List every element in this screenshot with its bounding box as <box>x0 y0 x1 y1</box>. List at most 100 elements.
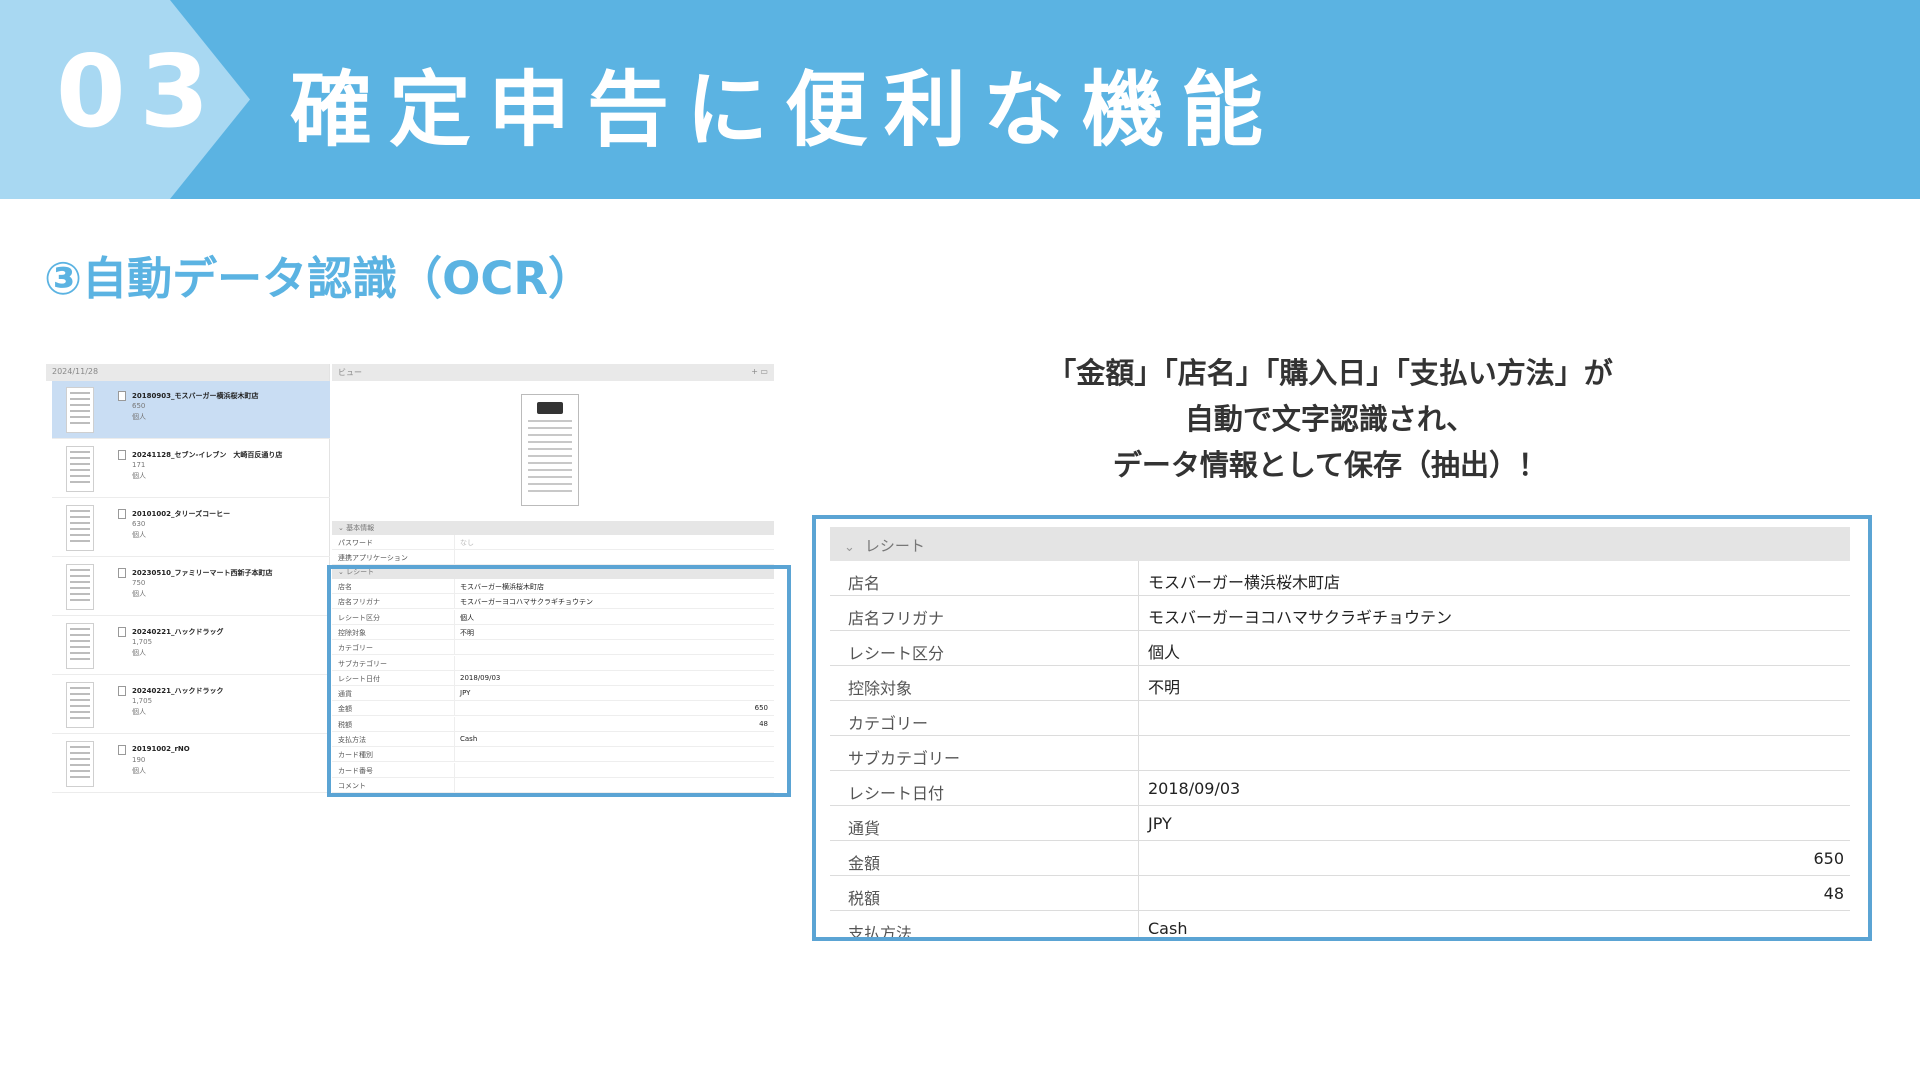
store-logo-icon <box>537 402 563 414</box>
field-label: レシート区分 <box>338 613 380 622</box>
caption-line: 自動で文字認識され、 <box>1184 402 1476 436</box>
receipt-section-header[interactable]: ⌄ レシート <box>830 527 1850 561</box>
detail-field-row[interactable]: カード種別 <box>332 747 774 763</box>
receipt-field-row[interactable]: 通貨 JPY <box>830 806 1850 841</box>
receipt-field-row[interactable]: カテゴリー <box>830 701 1850 736</box>
field-value: 2018/09/03 <box>460 673 501 682</box>
section-number: 03 <box>56 33 224 150</box>
list-item-category: 個人 <box>132 590 146 598</box>
field-label: 通貨 <box>338 690 352 699</box>
detail-field-row[interactable]: 支払方法 Cash <box>332 732 774 747</box>
receipt-section-label: レシート <box>864 537 925 555</box>
list-item-amount: 190 <box>132 756 146 764</box>
list-item[interactable]: 20240221_ハックドラッグ 1,705 個人 <box>52 617 330 675</box>
basic-info-section-header[interactable]: ⌄ 基本情報 <box>332 521 774 535</box>
field-value: 650 <box>754 704 768 713</box>
receipt-image[interactable] <box>521 394 579 506</box>
receipt-field-row[interactable]: 支払方法 Cash <box>830 911 1850 938</box>
list-item[interactable]: 20230510_ファミリーマート西新子本町店 750 個人 <box>52 558 330 616</box>
detail-field-row[interactable]: 連携アプリケーション <box>332 550 774 565</box>
detail-field-row[interactable]: 店名フリガナ モスバーガーヨコハマサクラギチョウテン <box>332 594 774 610</box>
list-item-category: 個人 <box>132 708 146 716</box>
list-item[interactable]: 20240221_ハックドラック 1,705 個人 <box>52 676 330 734</box>
field-value: モスバーガー横浜桜木町店 <box>460 583 544 591</box>
receipt-field-row[interactable]: 店名 モスバーガー横浜桜木町店 <box>830 561 1850 596</box>
receipt-thumbnail <box>66 505 94 551</box>
list-item-title: 20180903_モスバーガー横浜桜木町店 <box>132 392 259 400</box>
field-label: カード番号 <box>338 766 373 775</box>
detail-field-row[interactable]: レシート日付 2018/09/03 <box>332 670 774 686</box>
field-value: モスバーガー横浜桜木町店 <box>1148 573 1341 592</box>
field-label: レシート区分 <box>848 644 945 663</box>
list-item[interactable]: 20241128_セブン-イレブン 大崎百反通り店 171 個人 <box>52 440 330 498</box>
receipt-field-row[interactable]: レシート区分 個人 <box>830 631 1850 666</box>
receipt-thumbnail <box>66 387 94 433</box>
caption: 「金額」「店名」「購入日」「支払い方法」が 自動で文字認識され、 データ情報とし… <box>990 350 1670 488</box>
receipt-thumbnail <box>66 623 94 669</box>
detail-field-row[interactable]: パスワード なし <box>332 535 774 550</box>
list-item-amount: 650 <box>132 402 146 410</box>
field-label: レシート日付 <box>338 674 380 683</box>
receipt-section-header-mini[interactable]: ⌄ レシート <box>332 565 774 579</box>
list-item[interactable]: 20180903_モスバーガー横浜桜木町店 650 個人 <box>52 381 330 439</box>
list-item[interactable]: 20191002_rNO 190 個人 <box>52 735 330 793</box>
field-label: サブカテゴリー <box>338 659 387 668</box>
receipt-detail-zoom: ⌄ レシート 店名 モスバーガー横浜桜木町店店名フリガナ モスバーガーヨコハマサクラギ… <box>812 515 1872 941</box>
detail-field-row[interactable]: 税額 48 <box>332 716 774 732</box>
detail-field-row[interactable]: 店名 モスバーガー横浜桜木町店 <box>332 579 774 594</box>
view-controls[interactable]: + ▭ <box>751 367 768 376</box>
receipt-thumbnail <box>66 741 94 787</box>
detail-field-row[interactable]: カテゴリー <box>332 640 774 656</box>
field-value: なし <box>460 539 474 547</box>
receipt-thumbnail <box>66 564 94 610</box>
field-value: 不明 <box>460 628 474 637</box>
field-value: 不明 <box>1148 678 1181 697</box>
document-icon <box>118 568 126 578</box>
list-item[interactable]: 20101002_タリーズコーヒー 630 個人 <box>52 499 330 557</box>
list-item-title: 20241128_セブン-イレブン 大崎百反通り店 <box>132 451 283 459</box>
field-label: レシート日付 <box>848 784 945 803</box>
detail-field-row[interactable]: 通貨 JPY <box>332 686 774 702</box>
list-item-title: 20240221_ハックドラック <box>132 687 224 695</box>
field-value: 2018/09/03 <box>1148 779 1241 798</box>
detail-field-row[interactable]: サブカテゴリー <box>332 655 774 671</box>
detail-field-row[interactable]: カード番号 <box>332 762 774 778</box>
receipt-field-row[interactable]: 店名フリガナ モスバーガーヨコハマサクラギチョウテン <box>830 596 1850 631</box>
field-value: 48 <box>1823 884 1844 903</box>
receipt-field-row[interactable]: サブカテゴリー <box>830 736 1850 771</box>
field-label: 連携アプリケーション <box>338 554 408 562</box>
list-date-header: 2024/11/28 <box>46 364 329 381</box>
document-icon <box>118 391 126 401</box>
list-item-title: 20240221_ハックドラッグ <box>132 628 224 636</box>
list-item-category: 個人 <box>132 472 146 480</box>
field-value: Cash <box>1148 919 1188 938</box>
detail-field-row[interactable]: コメント <box>332 777 774 793</box>
detail-field-row[interactable]: レシート区分 個人 <box>332 609 774 625</box>
field-value: 個人 <box>460 613 474 622</box>
list-item-title: 20101002_タリーズコーヒー <box>132 510 231 518</box>
detail-field-row[interactable]: 金額 650 <box>332 701 774 717</box>
field-value: 個人 <box>1148 643 1181 662</box>
list-item-amount: 1,705 <box>132 697 153 705</box>
list-item-amount: 1,705 <box>132 638 153 646</box>
list-item-amount: 171 <box>132 461 146 469</box>
receipt-field-row[interactable]: レシート日付 2018/09/03 <box>830 771 1850 806</box>
view-label: ビュー <box>338 368 362 377</box>
field-label: コメント <box>338 781 366 790</box>
list-item-category: 個人 <box>132 649 146 657</box>
receipt-field-row[interactable]: 控除対象 不明 <box>830 666 1850 701</box>
field-label: 店名 <box>848 574 881 593</box>
field-value: JPY <box>1148 814 1172 833</box>
field-value: モスバーガーヨコハマサクラギチョウテン <box>1148 608 1453 627</box>
field-value: JPY <box>460 689 471 698</box>
list-item-category: 個人 <box>132 413 146 421</box>
detail-field-row[interactable]: 控除対象 不明 <box>332 624 774 640</box>
caption-line: 「金額」「店名」「購入日」「支払い方法」が <box>1047 356 1613 390</box>
field-label: 控除対象 <box>338 628 366 637</box>
document-icon <box>118 745 126 755</box>
document-icon <box>118 686 126 696</box>
field-label: カテゴリー <box>338 644 373 653</box>
receipt-field-row[interactable]: 金額 650 <box>830 841 1850 876</box>
receipt-field-row[interactable]: 税額 48 <box>830 876 1850 911</box>
receipt-thumbnail <box>66 682 94 728</box>
